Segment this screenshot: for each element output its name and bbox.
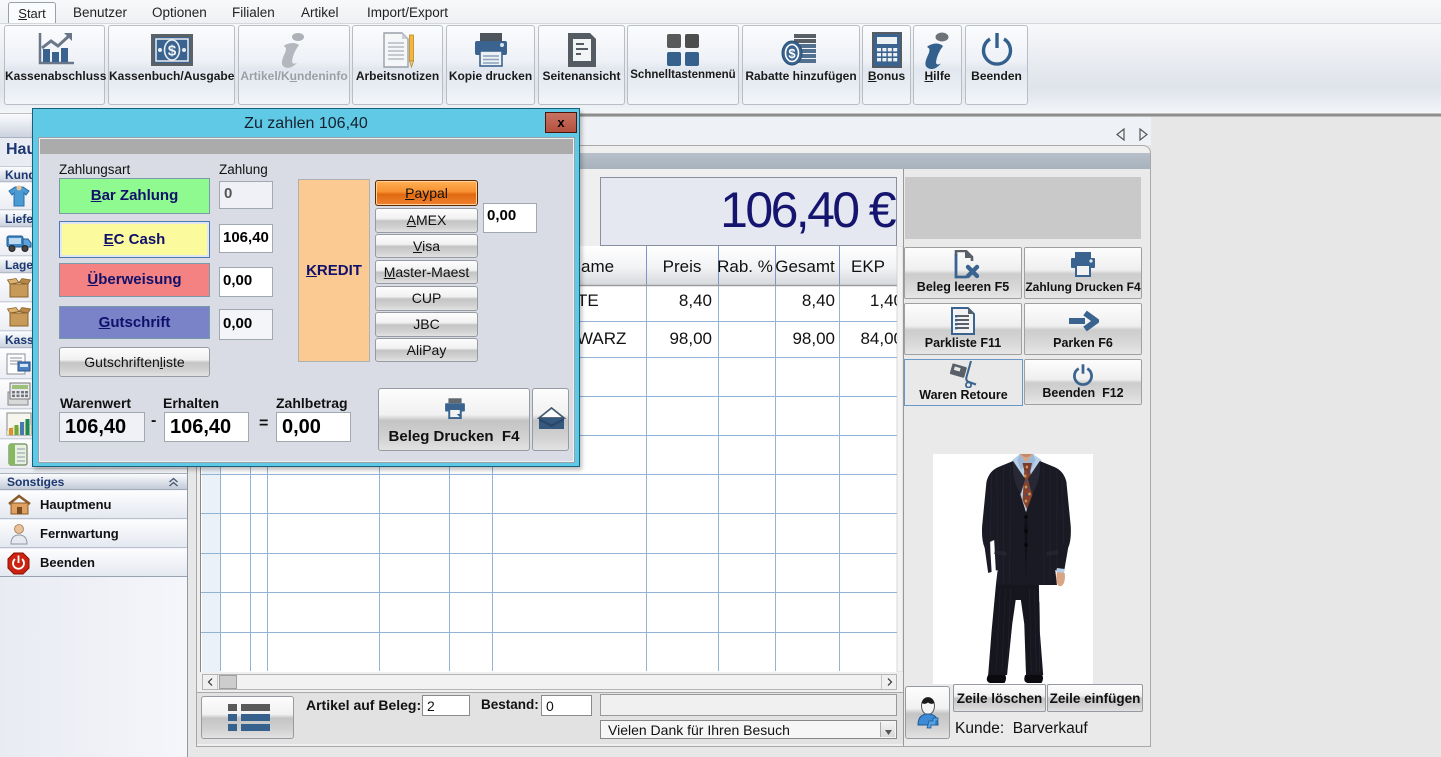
svg-text:ame: ame xyxy=(581,257,614,276)
svg-text:98,00: 98,00 xyxy=(792,329,835,348)
svg-text:8,40: 8,40 xyxy=(679,291,712,310)
svg-text:Preis: Preis xyxy=(663,257,702,276)
svg-text:Rab. %: Rab. % xyxy=(717,257,773,276)
svg-text:8,40: 8,40 xyxy=(802,291,835,310)
svg-text:$: $ xyxy=(167,43,176,60)
svg-text:TE: TE xyxy=(577,291,599,310)
svg-text:$: $ xyxy=(788,46,796,61)
svg-text:WARZ: WARZ xyxy=(577,329,626,348)
svg-text:Gesamt: Gesamt xyxy=(775,257,835,276)
svg-text:84,00: 84,00 xyxy=(860,329,903,348)
svg-text:98,00: 98,00 xyxy=(669,329,712,348)
svg-text:EKP: EKP xyxy=(851,257,885,276)
